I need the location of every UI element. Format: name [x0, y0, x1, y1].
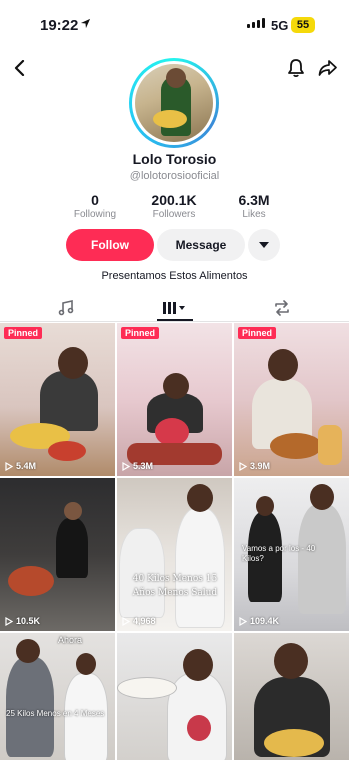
status-time: 19:22: [40, 17, 79, 34]
profile-name: Lolo Torosio: [132, 151, 217, 167]
thumbnail-head: [268, 349, 298, 381]
view-count-text: 10.5K: [16, 616, 41, 626]
thumbnail-food: [155, 418, 189, 446]
status-bar: 19:22 5G 55: [0, 0, 349, 50]
play-icon: [5, 616, 13, 626]
stat-value: 0: [91, 192, 99, 208]
profile-bio: Presentamos Estos Alimentos: [101, 270, 248, 282]
view-count-text: 5.4M: [16, 461, 37, 471]
view-count: 4,968: [122, 616, 156, 626]
timestamp-badge: Ahora: [58, 635, 83, 645]
tab-reposts[interactable]: [224, 294, 340, 322]
view-count-text: 4,968: [133, 616, 156, 626]
avatar-plate: [153, 110, 187, 128]
play-icon: [239, 616, 247, 626]
thumbnail-food: [8, 566, 54, 596]
active-tab-indicator: [157, 319, 193, 321]
thumbnail-food: [48, 441, 86, 461]
video-overlay-text: Vamos a por los - 40 Kilos?: [242, 544, 316, 563]
pinned-badge: Pinned: [238, 327, 277, 339]
view-count: 5.4M: [5, 461, 36, 471]
thumbnail-head: [256, 496, 274, 516]
video-overlay-text: 40 Kilos Menos 15 Años Menos Salud: [132, 574, 218, 598]
thumbnail-head: [187, 484, 213, 512]
avatar-head: [166, 68, 186, 88]
message-button[interactable]: Message: [157, 229, 245, 261]
thumbnail-person: [6, 657, 54, 757]
grid-icon: [163, 302, 185, 314]
view-count: 5.3M: [122, 461, 153, 471]
video-thumbnail[interactable]: [117, 633, 232, 760]
thumbnail-head: [310, 484, 334, 510]
notifications-button[interactable]: [284, 56, 308, 80]
stat-label: Following: [73, 209, 117, 220]
view-count-text: 109.4K: [250, 616, 280, 626]
chevron-left-icon: [14, 60, 25, 76]
profile-avatar[interactable]: [129, 58, 219, 148]
profile-handle: @lolotorosiooficial: [129, 170, 220, 182]
video-thumbnail[interactable]: 10.5K: [0, 478, 115, 631]
pinned-badge: Pinned: [4, 327, 43, 339]
view-count-text: 5.3M: [133, 461, 154, 471]
pinned-badge: Pinned: [121, 327, 160, 339]
thumbnail-person: [175, 508, 225, 628]
stat-followers[interactable]: 200.1K Followers: [134, 192, 214, 220]
thumbnail-head: [163, 373, 189, 399]
thumbnail-food: [318, 425, 342, 465]
follow-button[interactable]: Follow: [66, 229, 154, 261]
view-count: 109.4K: [239, 616, 279, 626]
stat-label: Likes: [242, 209, 266, 220]
thumbnail-head: [64, 502, 82, 520]
thumbnail-head: [76, 653, 96, 675]
avatar-image: [135, 64, 213, 142]
play-icon: [122, 616, 130, 626]
play-icon: [122, 461, 130, 471]
thumbnail-food: [270, 433, 322, 459]
stat-value: 200.1K: [151, 192, 197, 208]
thumbnail-person: [56, 518, 88, 578]
thumbnail-head: [183, 649, 213, 681]
thumbnail-head: [58, 347, 88, 379]
view-count-text: 3.9M: [250, 461, 271, 471]
thumbnail-food: [187, 715, 211, 741]
view-count: 3.9M: [239, 461, 270, 471]
signal-icon: [247, 18, 265, 28]
tab-videos[interactable]: [116, 294, 232, 322]
thumbnail-food: [264, 729, 324, 757]
video-thumbnail[interactable]: Pinned 5.3M: [117, 323, 232, 476]
video-thumbnail[interactable]: Ahora 25 Kilos Menos en 4 Meses: [0, 633, 115, 760]
network-type: 5G: [271, 18, 289, 33]
video-thumbnail[interactable]: 40 Kilos Menos 15 Años Menos Salud 4,968: [117, 478, 232, 631]
content-tabs: [0, 294, 349, 322]
stat-following[interactable]: 0 Following: [55, 192, 135, 220]
share-button[interactable]: [316, 56, 340, 80]
thumbnail-head: [16, 639, 40, 663]
video-thumbnail[interactable]: Vamos a por los - 40 Kilos? 109.4K: [234, 478, 349, 631]
video-overlay-text: 25 Kilos Menos en 4 Meses: [6, 709, 105, 718]
tab-music[interactable]: [8, 294, 124, 322]
music-note-icon: [58, 300, 74, 316]
back-button[interactable]: [8, 56, 32, 80]
video-thumbnail[interactable]: [234, 633, 349, 760]
bell-icon: [288, 59, 304, 78]
stat-label: Followers: [152, 209, 196, 220]
thumbnail-food: [117, 677, 177, 699]
profile-stats: 0 Following 200.1K Followers 6.3M Likes: [0, 192, 349, 226]
video-thumbnail[interactable]: Pinned 5.4M: [0, 323, 115, 476]
play-icon: [5, 461, 13, 471]
avatar-border: [132, 61, 216, 145]
view-count: 10.5K: [5, 616, 40, 626]
play-icon: [239, 461, 247, 471]
thumbnail-person: [40, 371, 98, 431]
location-arrow-icon: [80, 18, 91, 29]
caret-down-icon: [259, 242, 269, 248]
more-options-button[interactable]: [248, 229, 280, 261]
thumbnail-head: [274, 643, 308, 679]
stat-value: 6.3M: [238, 192, 270, 208]
battery-indicator: 55: [291, 17, 315, 33]
repost-icon: [275, 300, 289, 316]
stat-likes[interactable]: 6.3M Likes: [214, 192, 294, 220]
share-arrow-icon: [318, 60, 337, 76]
video-thumbnail[interactable]: Pinned 3.9M: [234, 323, 349, 476]
